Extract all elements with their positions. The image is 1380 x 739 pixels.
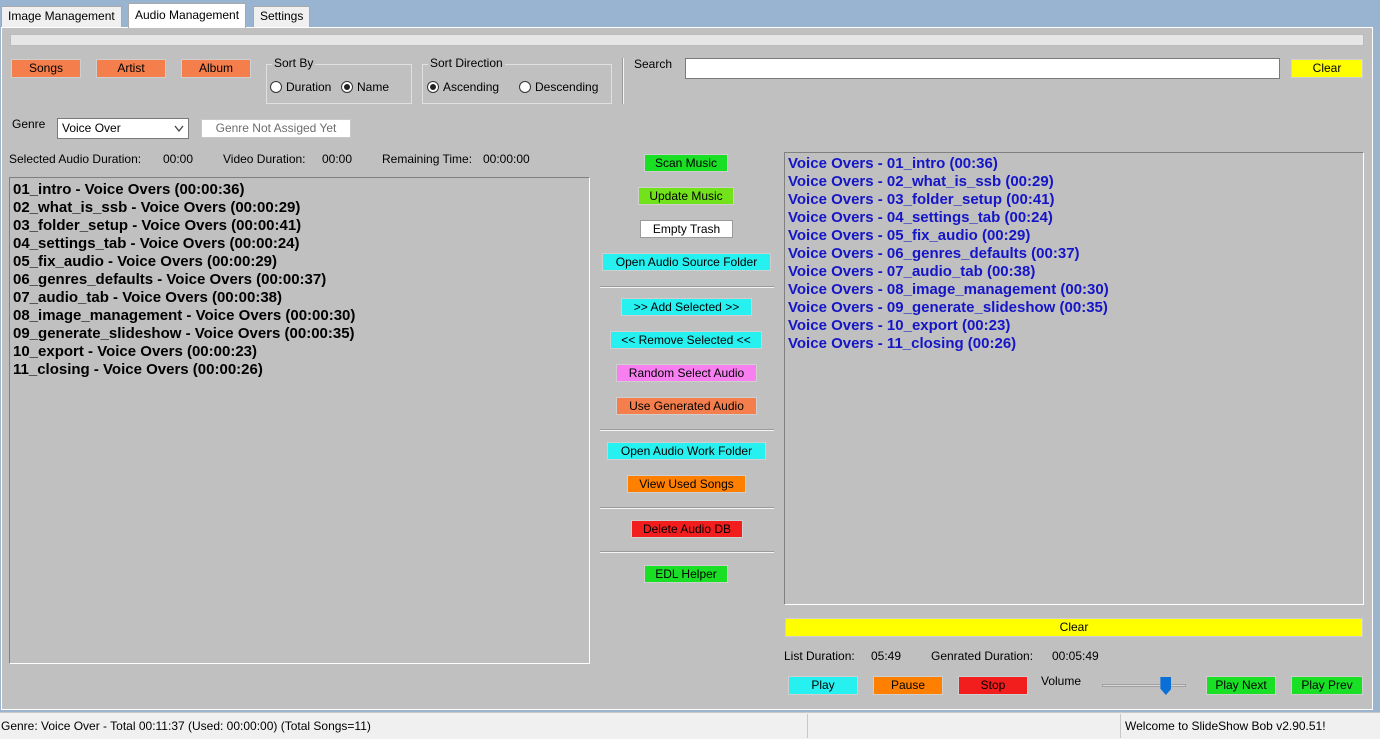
list-item[interactable]: Voice Overs - 11_closing (00:26) bbox=[785, 335, 1363, 353]
open-audio-source-folder-button[interactable]: Open Audio Source Folder bbox=[602, 253, 771, 271]
scan-music-button[interactable]: Scan Music bbox=[644, 154, 728, 172]
genre-label: Genre bbox=[12, 117, 46, 131]
tab-settings[interactable]: Settings bbox=[253, 6, 311, 27]
available-audio-list[interactable]: 01_intro - Voice Overs (00:00:36) 02_wha… bbox=[9, 177, 590, 664]
sort-duration-radio[interactable]: Duration bbox=[270, 80, 331, 94]
tab-bar: Image Management Audio Management Settin… bbox=[0, 0, 1380, 28]
sort-ascending-radio[interactable]: Ascending bbox=[427, 80, 499, 94]
pause-button[interactable]: Pause bbox=[873, 676, 943, 695]
list-duration-label: List Duration: bbox=[784, 649, 855, 663]
use-generated-audio-button[interactable]: Use Generated Audio bbox=[616, 397, 757, 415]
update-music-button[interactable]: Update Music bbox=[638, 187, 734, 205]
remaining-time-value: 00:00:00 bbox=[483, 152, 530, 166]
chevron-down-icon bbox=[174, 125, 184, 133]
random-select-audio-button[interactable]: Random Select Audio bbox=[616, 364, 757, 382]
divider bbox=[600, 286, 774, 288]
genre-status-button[interactable]: Genre Not Assiged Yet bbox=[201, 119, 351, 138]
list-item[interactable]: Voice Overs - 07_audio_tab (00:38) bbox=[785, 263, 1363, 281]
divider bbox=[600, 507, 774, 509]
video-duration-label: Video Duration: bbox=[223, 152, 306, 166]
view-used-songs-button[interactable]: View Used Songs bbox=[627, 475, 746, 493]
list-item[interactable]: Voice Overs - 01_intro (00:36) bbox=[785, 155, 1363, 173]
play-prev-button[interactable]: Play Prev bbox=[1291, 676, 1363, 695]
list-item[interactable]: Voice Overs - 02_what_is_ssb (00:29) bbox=[785, 173, 1363, 191]
generated-duration-value: 00:05:49 bbox=[1052, 649, 1099, 663]
sort-duration-label: Duration bbox=[286, 80, 332, 94]
remaining-time-label: Remaining Time: bbox=[382, 152, 473, 166]
genre-dropdown[interactable]: Voice Over bbox=[57, 118, 189, 139]
radio-dot bbox=[519, 81, 531, 93]
search-input[interactable] bbox=[685, 58, 1280, 79]
selected-audio-list[interactable]: Voice Overs - 01_intro (00:36) Voice Ove… bbox=[784, 152, 1364, 605]
list-item[interactable]: Voice Overs - 03_folder_setup (00:41) bbox=[785, 191, 1363, 209]
open-audio-work-folder-button[interactable]: Open Audio Work Folder bbox=[607, 442, 766, 460]
status-middle bbox=[809, 714, 1121, 738]
list-item[interactable]: 02_what_is_ssb - Voice Overs (00:00:29) bbox=[10, 199, 589, 217]
songs-button[interactable]: Songs bbox=[11, 59, 81, 78]
progress-bar bbox=[10, 34, 1364, 46]
edl-helper-button[interactable]: EDL Helper bbox=[644, 565, 728, 583]
search-label: Search bbox=[634, 57, 673, 71]
sort-descending-label: Descending bbox=[535, 80, 599, 94]
empty-trash-button[interactable]: Empty Trash bbox=[640, 220, 733, 238]
status-left: Genre: Voice Over - Total 00:11:37 (Used… bbox=[0, 714, 808, 738]
remove-selected-button[interactable]: << Remove Selected << bbox=[610, 331, 762, 349]
status-right: Welcome to SlideShow Bob v2.90.51! bbox=[1125, 719, 1326, 733]
sort-name-label: Name bbox=[357, 80, 390, 94]
genre-selected: Voice Over bbox=[62, 121, 121, 135]
tab-image-management[interactable]: Image Management bbox=[1, 6, 122, 27]
tab-audio-management[interactable]: Audio Management bbox=[128, 3, 247, 28]
divider bbox=[600, 429, 774, 431]
list-item[interactable]: Voice Overs - 04_settings_tab (00:24) bbox=[785, 209, 1363, 227]
volume-slider[interactable] bbox=[1102, 684, 1186, 687]
list-item[interactable]: Voice Overs - 06_genres_defaults (00:37) bbox=[785, 245, 1363, 263]
radio-dot bbox=[270, 81, 282, 93]
list-item[interactable]: 06_genres_defaults - Voice Overs (00:00:… bbox=[10, 271, 589, 289]
album-button[interactable]: Album bbox=[181, 59, 251, 78]
list-item[interactable]: 03_folder_setup - Voice Overs (00:00:41) bbox=[10, 217, 589, 235]
generated-duration-label: Genrated Duration: bbox=[931, 649, 1034, 663]
sort-by-label: Sort By bbox=[272, 56, 316, 70]
divider bbox=[600, 551, 774, 553]
list-item[interactable]: 09_generate_slideshow - Voice Overs (00:… bbox=[10, 325, 589, 343]
search-clear-button[interactable]: Clear bbox=[1291, 59, 1363, 78]
list-item[interactable]: 04_settings_tab - Voice Overs (00:00:24) bbox=[10, 235, 589, 253]
volume-label: Volume bbox=[1041, 674, 1082, 688]
play-next-button[interactable]: Play Next bbox=[1206, 676, 1276, 695]
list-item[interactable]: Voice Overs - 10_export (00:23) bbox=[785, 317, 1363, 335]
list-item[interactable]: Voice Overs - 09_generate_slideshow (00:… bbox=[785, 299, 1363, 317]
list-item[interactable]: 11_closing - Voice Overs (00:00:26) bbox=[10, 361, 589, 379]
delete-audio-db-button[interactable]: Delete Audio DB bbox=[631, 520, 743, 538]
list-item[interactable]: 07_audio_tab - Voice Overs (00:00:38) bbox=[10, 289, 589, 307]
radio-dot-selected bbox=[427, 81, 439, 93]
list-item[interactable]: 08_image_management - Voice Overs (00:00… bbox=[10, 307, 589, 325]
divider bbox=[622, 58, 624, 104]
sort-direction-label: Sort Direction bbox=[428, 56, 505, 70]
selected-duration-label: Selected Audio Duration: bbox=[9, 152, 142, 166]
sort-descending-radio[interactable]: Descending bbox=[519, 80, 598, 94]
stop-button[interactable]: Stop bbox=[958, 676, 1028, 695]
artist-button[interactable]: Artist bbox=[96, 59, 166, 78]
add-selected-button[interactable]: >> Add Selected >> bbox=[621, 298, 752, 316]
list-duration-value: 05:49 bbox=[871, 649, 902, 663]
list-item[interactable]: 01_intro - Voice Overs (00:00:36) bbox=[10, 181, 589, 199]
selected-duration-value: 00:00 bbox=[163, 152, 194, 166]
list-clear-button[interactable]: Clear bbox=[785, 618, 1363, 637]
list-item[interactable]: Voice Overs - 08_image_management (00:30… bbox=[785, 281, 1363, 299]
play-button[interactable]: Play bbox=[788, 676, 858, 695]
radio-dot-selected bbox=[341, 81, 353, 93]
list-item[interactable]: Voice Overs - 05_fix_audio (00:29) bbox=[785, 227, 1363, 245]
sort-name-radio[interactable]: Name bbox=[341, 80, 389, 94]
status-bar: Genre: Voice Over - Total 00:11:37 (Used… bbox=[0, 712, 1380, 739]
list-item[interactable]: 05_fix_audio - Voice Overs (00:00:29) bbox=[10, 253, 589, 271]
list-item[interactable]: 10_export - Voice Overs (00:00:23) bbox=[10, 343, 589, 361]
video-duration-value: 00:00 bbox=[322, 152, 353, 166]
sort-ascending-label: Ascending bbox=[443, 80, 500, 94]
